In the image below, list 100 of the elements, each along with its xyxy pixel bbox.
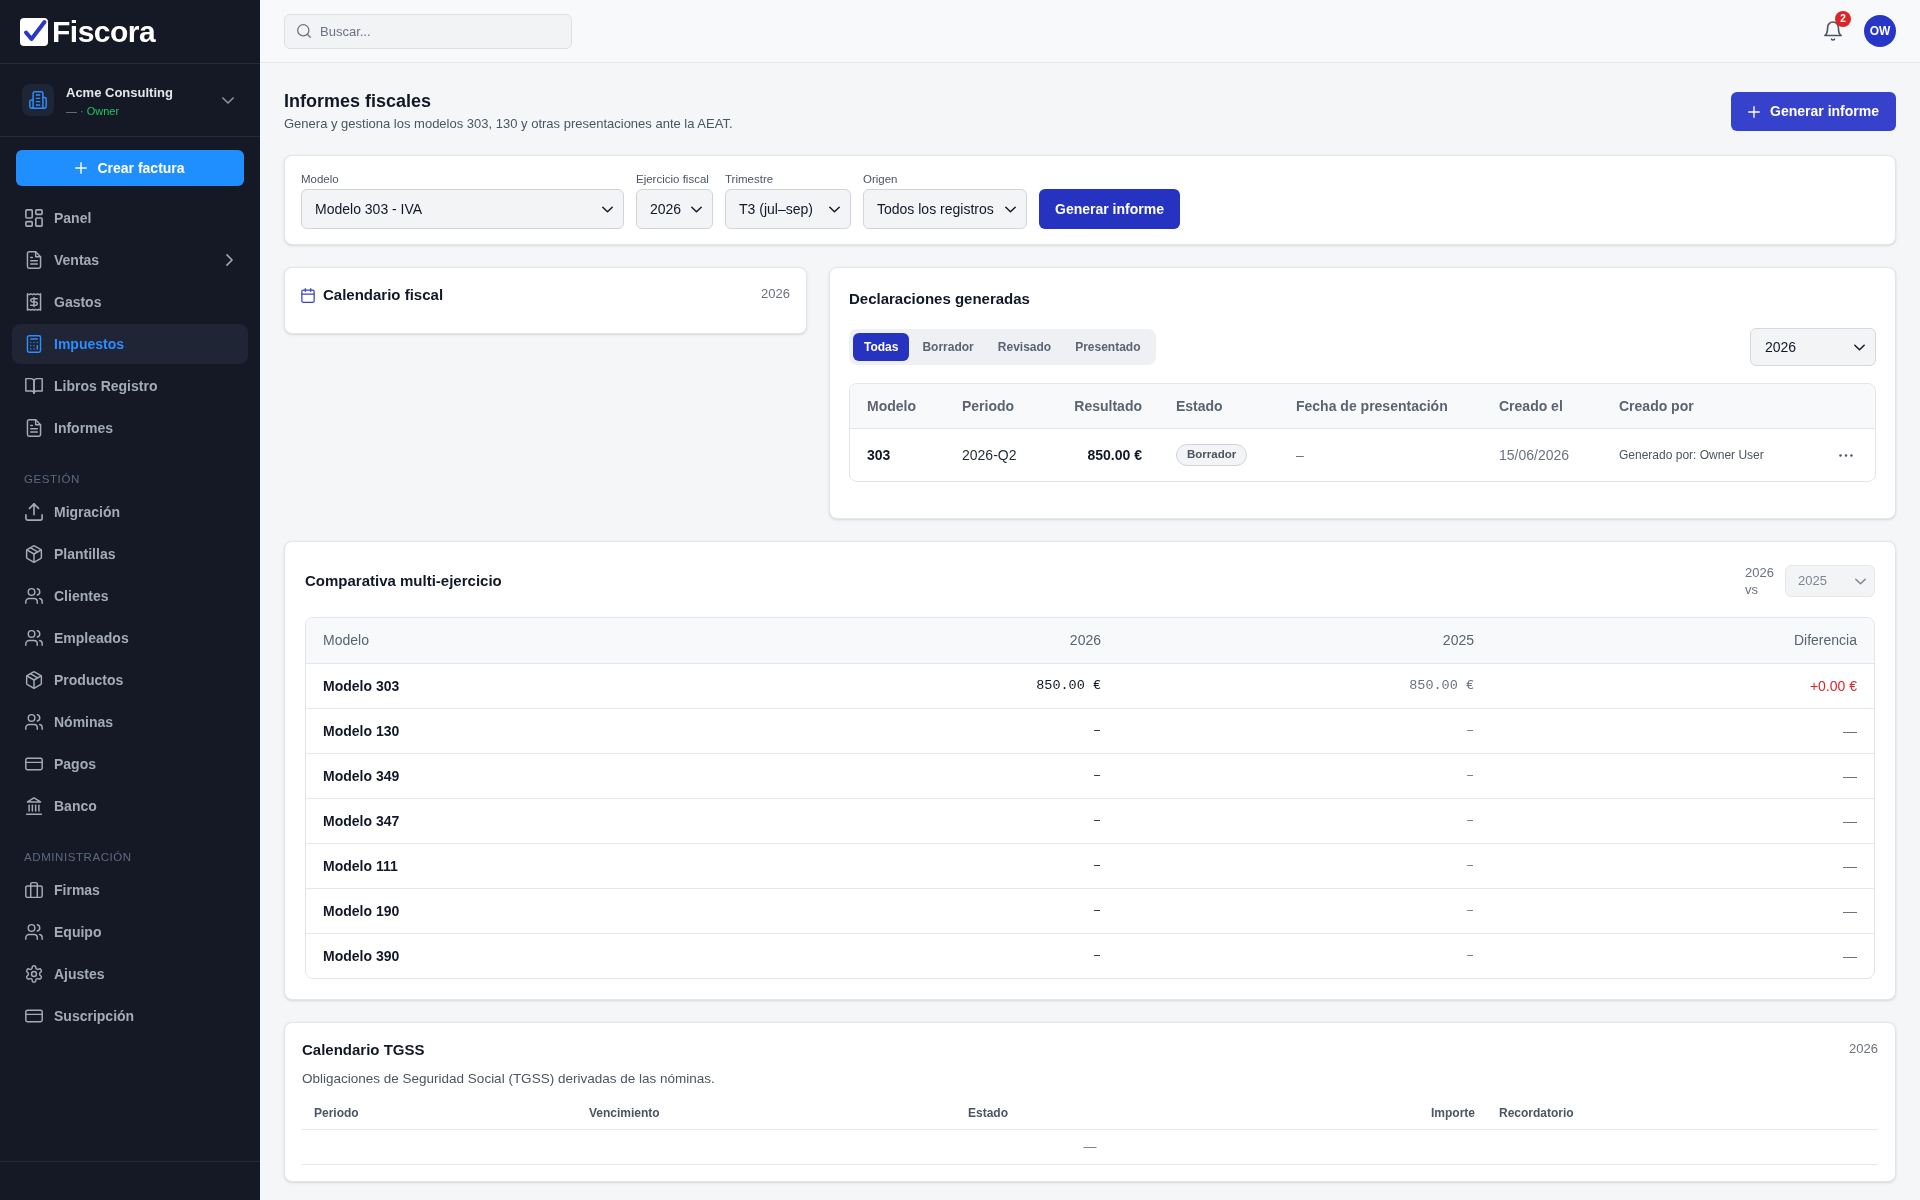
column-header: Periodo [313, 1104, 360, 1122]
sidebar-item[interactable]: Gastos [12, 282, 248, 322]
section-label: GESTIÓN [23, 472, 81, 487]
users-icon [25, 629, 43, 647]
chevron-down-icon [829, 205, 840, 213]
table-cell-text: 850.00 € [1086, 445, 1143, 465]
status-badge: Borrador [1176, 444, 1248, 466]
select-field[interactable]: 2026 [636, 189, 713, 229]
sidebar-item[interactable]: Impuestos [12, 324, 248, 364]
column-header: Fecha de presentación [1295, 396, 1449, 416]
page-subtitle: Genera y gestiona los modelos 303, 130 y otras presentaciones ante la AEAT. [284, 115, 733, 133]
sidebar-item[interactable]: Migración [12, 492, 248, 532]
organization-meta: — · [66, 103, 84, 118]
field-label: Origen [863, 172, 899, 187]
plus-icon [75, 162, 88, 174]
user-avatar[interactable]: OW [1864, 15, 1896, 47]
filter-tab[interactable]: Borrador [911, 333, 985, 361]
search-icon [297, 24, 311, 38]
sidebar-item[interactable]: Clientes [12, 576, 248, 616]
cube-icon [25, 545, 43, 563]
document-icon [25, 251, 43, 269]
chevron-down-icon [691, 205, 702, 213]
column-header: Modelo [322, 631, 370, 650]
organization-role: Owner [86, 103, 120, 118]
filter-tab[interactable]: Revisado [986, 333, 1063, 361]
table-cell-text: — [1842, 766, 1858, 786]
ellipsis-icon[interactable] [1839, 453, 1853, 457]
table-cell-text: – [1464, 946, 1475, 965]
table-cell-text: +0.00 € [1808, 676, 1858, 696]
column-header: Periodo [961, 396, 1016, 416]
table-cell-text: – [1091, 766, 1102, 785]
sidebar-item[interactable]: Panel [12, 198, 248, 238]
column-header: Estado [967, 1104, 1009, 1122]
table-cell-text: 303 [866, 445, 892, 465]
bank-icon [25, 797, 43, 815]
field-label: Modelo [301, 172, 340, 187]
field-label: Trimestre [725, 172, 775, 187]
year-label: 2026 [761, 285, 790, 303]
sidebar-item[interactable]: Nóminas [12, 702, 248, 742]
column-header: Importe [1430, 1104, 1476, 1122]
compare-label: 2026 vs [1745, 564, 1775, 598]
year-select[interactable]: 2026 [1750, 328, 1876, 366]
generate-report-button[interactable]: Generar informe [1731, 92, 1896, 131]
table-cell-text: Modelo 130 [322, 721, 401, 741]
chevron-down-icon [1005, 205, 1016, 213]
column-header: Vencimiento [588, 1104, 661, 1122]
card-title: Comparativa multi-ejercicio [305, 571, 502, 591]
sidebar-item[interactable]: Suscripción [12, 996, 248, 1036]
select-field[interactable]: T3 (jul–sep) [725, 189, 851, 229]
calendar-icon [301, 287, 315, 303]
search-field[interactable]: Buscar... [284, 13, 572, 49]
sidebar-item[interactable]: Plantillas [12, 534, 248, 574]
sidebar-item[interactable]: Banco [12, 786, 248, 826]
select-field[interactable]: Todos los registros [863, 189, 1027, 229]
table-cell-text: – [1464, 901, 1475, 920]
sidebar-item[interactable]: Ajustes [12, 954, 248, 994]
users-icon [25, 713, 43, 731]
filter-tab[interactable]: Todas [853, 333, 910, 361]
sidebar-item[interactable]: Ventas [12, 240, 248, 280]
field-label: Ejercicio fiscal [636, 172, 710, 187]
table-cell-text: – [1091, 901, 1102, 920]
plus-icon [1748, 105, 1761, 118]
credit-card-icon [25, 1007, 43, 1025]
table-cell-text: Modelo 390 [322, 946, 401, 966]
table-cell-text: – [1464, 721, 1475, 740]
card-title: Declaraciones generadas [849, 289, 1031, 309]
organization-name: Acme Consulting [66, 84, 173, 101]
select-field[interactable]: Modelo 303 - IVA [301, 189, 624, 229]
table-cell-text: – [1464, 766, 1475, 785]
credit-card-icon [25, 755, 43, 773]
sidebar-item[interactable]: Pagos [12, 744, 248, 784]
chevron-down-icon [1855, 577, 1866, 585]
notification-badge: 2 [1835, 11, 1851, 27]
sidebar-item[interactable]: Libros Registro [12, 366, 248, 406]
table-cell-text: – [1295, 445, 1305, 465]
upload-icon [25, 503, 43, 521]
receipt-icon [25, 293, 43, 311]
filter-tab[interactable]: Presentado [1064, 333, 1152, 361]
empty-state-text: — [1083, 1138, 1097, 1157]
table-cell-text: — [1842, 901, 1858, 921]
sidebar-item[interactable]: Informes [12, 408, 248, 448]
column-header: Estado [1175, 396, 1224, 416]
sidebar-item[interactable]: Empleados [12, 618, 248, 658]
generate-button[interactable]: Generar informe [1039, 189, 1180, 229]
column-header: Resultado [1073, 396, 1143, 416]
brand-name: Fiscora [52, 16, 156, 47]
table-cell-text: Modelo 347 [322, 811, 401, 831]
column-header: Recordatorio [1498, 1104, 1575, 1122]
sidebar-item[interactable]: Firmas [12, 870, 248, 910]
chevron-down-icon[interactable] [222, 96, 234, 104]
table-cell-text: – [1091, 856, 1102, 875]
table-cell-text: – [1091, 811, 1102, 830]
cube-icon [25, 671, 43, 689]
sidebar-item[interactable]: Equipo [12, 912, 248, 952]
column-header: Creado el [1498, 396, 1564, 416]
table-cell-text: – [1464, 811, 1475, 830]
building-icon [22, 84, 54, 116]
table-cell-text: 850.00 € [1408, 676, 1475, 695]
sidebar-item[interactable]: Productos [12, 660, 248, 700]
bell-icon[interactable] [1824, 21, 1842, 41]
